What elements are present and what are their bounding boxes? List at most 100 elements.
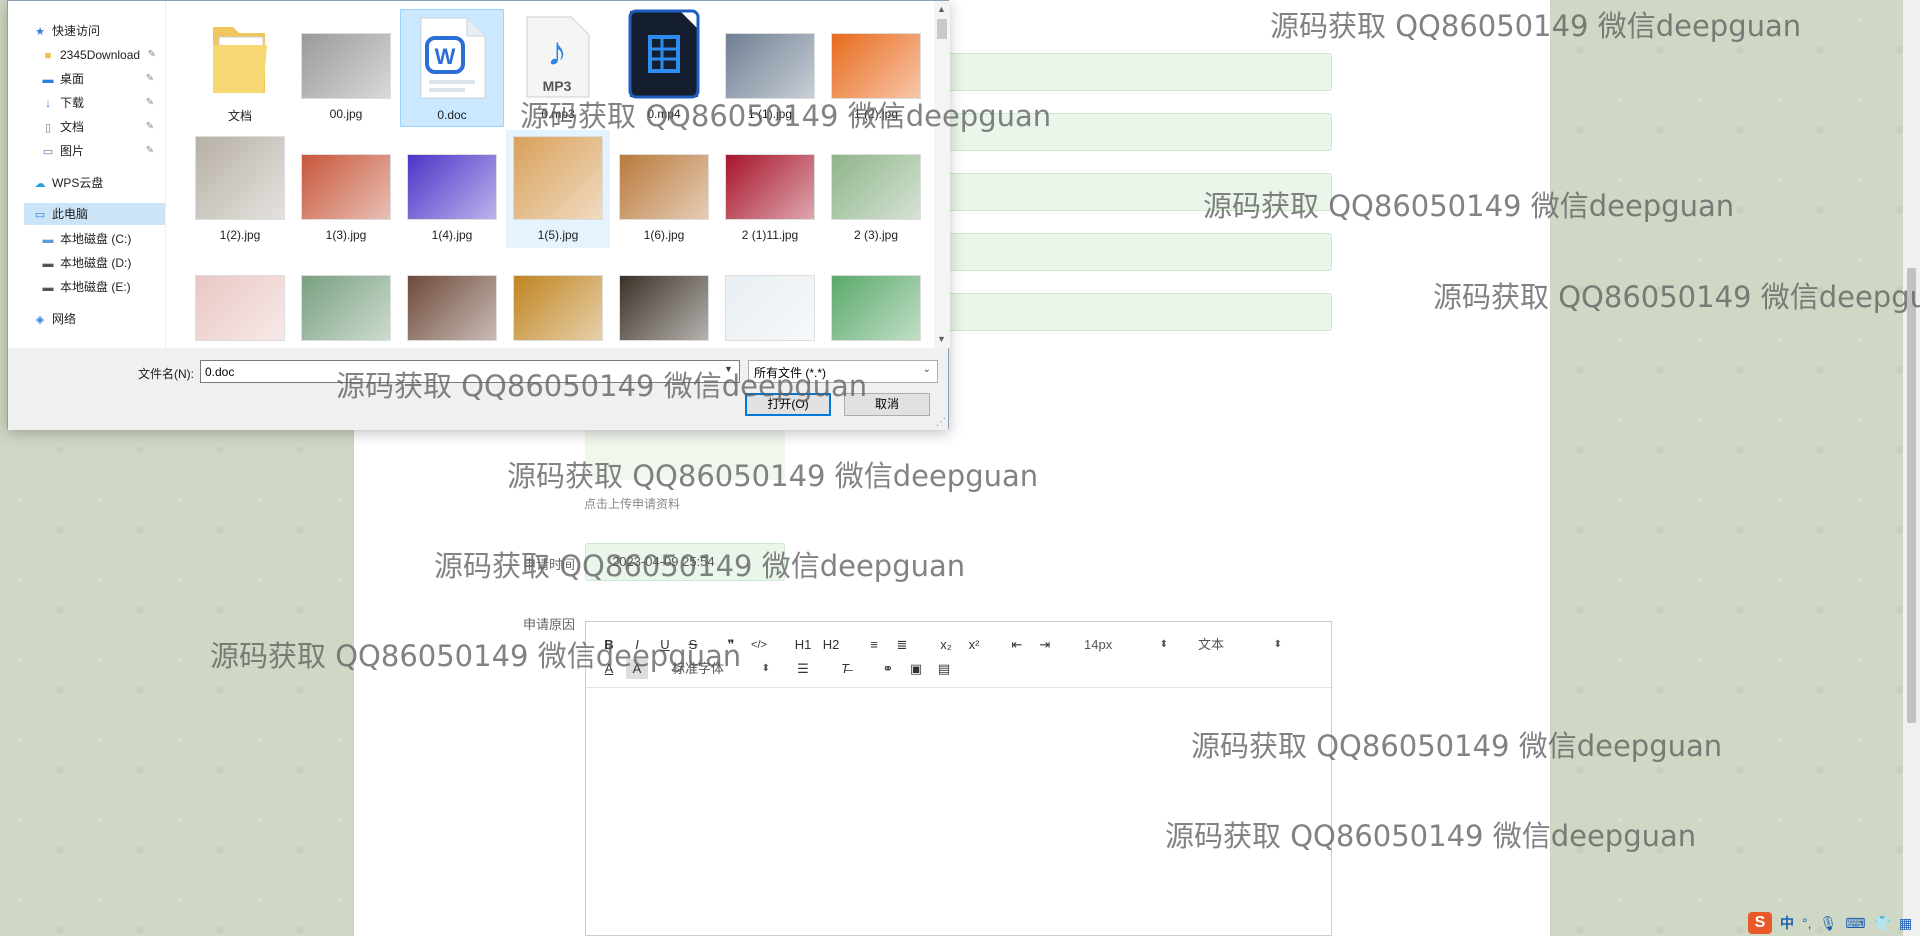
sogou-logo-icon[interactable]: S (1748, 912, 1772, 934)
editor-body[interactable] (586, 688, 1331, 936)
image-thumbnail (830, 15, 922, 99)
nav-quick-access[interactable]: ★ 快速访问 (32, 20, 100, 42)
file-item[interactable]: 1(5).jpg (506, 130, 610, 248)
strike-button[interactable]: S (682, 635, 704, 655)
file-item[interactable]: 00.jpg (294, 9, 398, 127)
desktop-icon: ▬ (42, 74, 54, 86)
background-color-icon[interactable]: A (626, 659, 648, 679)
apply-time-input[interactable]: 2023-04-09 25:54 (585, 543, 785, 581)
font-size-select[interactable]: 14px ⬍ (1084, 635, 1168, 655)
image-icon[interactable]: ▣ (905, 659, 927, 679)
code-button[interactable]: </> (748, 635, 770, 655)
image-thumbnail (724, 136, 816, 220)
file-item[interactable]: ♪ MP3 0.mp3 (506, 9, 610, 127)
network-icon: ◈ (35, 314, 45, 326)
image-preview (301, 275, 391, 341)
page-scroll-thumb[interactable] (1907, 268, 1916, 723)
page-scrollbar[interactable] (1903, 0, 1920, 936)
bold-button[interactable]: B (598, 635, 620, 655)
nav-downloads[interactable]: ↓ 下载 ✎ (40, 92, 154, 114)
cancel-button[interactable]: 取消 (844, 393, 930, 416)
nav-network[interactable]: ◈ 网络 (32, 308, 76, 330)
file-item[interactable]: 2 (1)11.jpg (718, 130, 822, 248)
image-preview (513, 275, 603, 341)
clear-format-icon[interactable]: T̶ (834, 659, 856, 679)
toolbox-icon[interactable]: ▦ (1899, 915, 1912, 932)
keyboard-icon[interactable]: ⌨ (1845, 915, 1865, 932)
file-item[interactable]: W 0.doc (400, 9, 504, 127)
block-type-select[interactable]: 文本 ⬍ (1198, 635, 1282, 655)
file-item[interactable] (400, 251, 504, 347)
outdent-button[interactable]: ⇤ (1006, 635, 1028, 655)
h2-button[interactable]: H2 (820, 635, 842, 655)
download-icon: ↓ (45, 98, 51, 110)
file-item[interactable]: 1(2).jpg (188, 130, 292, 248)
scroll-down-icon[interactable]: ▼ (937, 334, 946, 344)
file-name-label: 1(6).jpg (643, 228, 685, 242)
svg-text:W: W (435, 44, 456, 69)
file-item[interactable]: 1 (2).jpg (824, 9, 928, 127)
punctuation-icon[interactable]: °, (1802, 915, 1812, 931)
nav-pictures[interactable]: ▭ 图片 ✎ (40, 140, 154, 162)
file-item[interactable]: 1(6).jpg (612, 130, 716, 248)
scroll-up-icon[interactable]: ▲ (937, 4, 946, 14)
skin-icon[interactable]: 👕 (1874, 915, 1891, 932)
pictures-icon: ▭ (42, 146, 54, 158)
file-item[interactable]: 文档 (188, 9, 292, 127)
image-thumbnail (300, 257, 392, 341)
file-item[interactable] (612, 251, 716, 347)
font-family-select[interactable]: 标准字体 ⬍ (672, 659, 770, 679)
file-name-label: 文档 (227, 109, 252, 123)
nav-documents[interactable]: ▯ 文档 ✎ (40, 116, 154, 138)
bullet-list-button[interactable]: ≣ (891, 635, 913, 655)
nav-this-pc[interactable]: ▭ 此电脑 (24, 203, 165, 225)
file-item[interactable]: 2 (3).jpg (824, 130, 928, 248)
align-icon[interactable]: ☰ (792, 659, 814, 679)
open-button[interactable]: 打开(O) (745, 393, 831, 416)
chevron-down-icon[interactable]: ▼ (724, 364, 733, 374)
filetype-select[interactable]: 所有文件 (*.*) ⌄ (748, 360, 938, 383)
file-item[interactable]: 1(4).jpg (400, 130, 504, 248)
link-icon[interactable]: ⚭ (877, 659, 899, 679)
subscript-button[interactable]: x₂ (935, 635, 957, 655)
chevron-down-icon: ⌄ (922, 364, 931, 375)
font-color-icon[interactable]: A (598, 659, 620, 679)
superscript-button[interactable]: x² (963, 635, 985, 655)
reason-label: 申请原因 (522, 617, 575, 632)
file-item[interactable]: 0.mp4 (612, 9, 716, 127)
filename-input[interactable] (200, 360, 740, 383)
file-item[interactable] (188, 251, 292, 347)
underline-button[interactable]: U (654, 635, 676, 655)
file-item[interactable] (718, 251, 822, 347)
file-grid-scrollbar[interactable]: ▲ ▼ (934, 1, 950, 348)
file-item[interactable]: 1 (1).jpg (718, 9, 822, 127)
video-icon[interactable]: ▤ (933, 659, 955, 679)
ime-language-toggle[interactable]: 中 (1780, 913, 1794, 933)
ordered-list-button[interactable]: ≡ (863, 635, 885, 655)
microphone-icon[interactable]: 🎙 (1820, 915, 1838, 932)
nav-drive-c[interactable]: ▬ 本地磁盘 (C:) (40, 228, 132, 250)
file-item[interactable] (824, 251, 928, 347)
nav-drive-d[interactable]: ▬ 本地磁盘 (D:) (40, 252, 132, 274)
navigation-pane: ★ 快速访问 ■ 2345Download ✎ ▬ 桌面 ✎ ↓ 下载 ✎ ▯ 文档 ✎ ▭ 图片 ✎… (8, 1, 166, 348)
resize-grip-icon[interactable]: ⋰ (936, 417, 946, 428)
blockquote-button[interactable]: ❞ (720, 635, 742, 655)
file-item[interactable] (294, 251, 398, 347)
h1-button[interactable]: H1 (792, 635, 814, 655)
folder-icon: ■ (44, 50, 52, 62)
image-thumbnail (830, 136, 922, 220)
file-grid-scroll-thumb[interactable] (937, 19, 947, 39)
nav-desktop[interactable]: ▬ 桌面 ✎ (40, 68, 155, 90)
nav-2345download[interactable]: ■ 2345Download ✎ (40, 44, 156, 66)
folder-icon (194, 15, 286, 99)
nav-wps-cloud[interactable]: ☁ WPS云盘 (32, 172, 104, 194)
indent-button[interactable]: ⇥ (1034, 635, 1056, 655)
image-thumbnail (300, 136, 392, 220)
italic-button[interactable]: I (626, 635, 648, 655)
file-item[interactable]: 1(3).jpg (294, 130, 398, 248)
file-item[interactable] (506, 251, 610, 347)
nav-drive-e[interactable]: ▬ 本地磁盘 (E:) (40, 276, 131, 298)
image-preview (195, 275, 285, 341)
image-preview (195, 136, 285, 220)
pin-icon: ✎ (145, 73, 155, 84)
